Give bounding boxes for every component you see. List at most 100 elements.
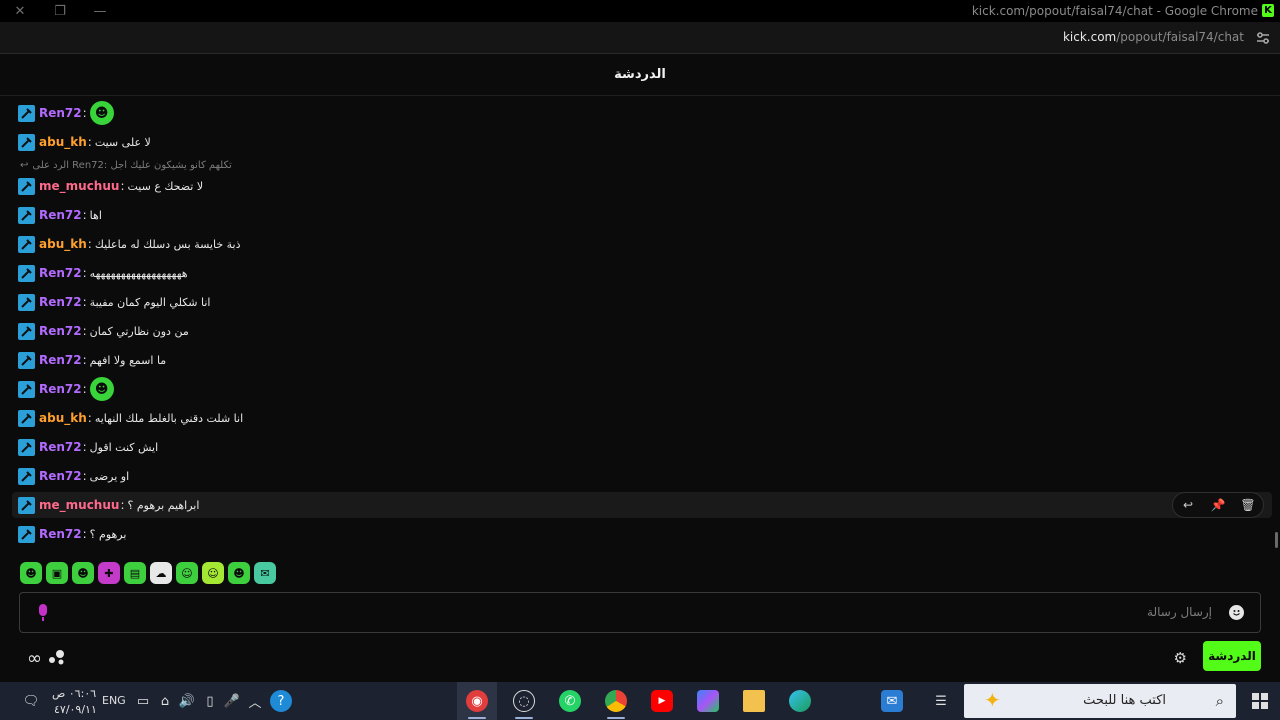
chat-message-input[interactable]: إرسال رسالة (19, 592, 1261, 633)
mic-icon[interactable] (36, 603, 50, 623)
clock-date[interactable]: ٤٧/٠٩/١١ (54, 703, 97, 716)
sub-badge-icon (18, 133, 35, 151)
username[interactable]: Ren72 (39, 295, 82, 309)
restore-window-icon[interactable]: ❐ (40, 0, 80, 22)
microphone-icon[interactable]: 🎤 (221, 690, 243, 712)
send-chat-button[interactable]: الدردشة (1203, 641, 1261, 671)
username-separator: : (87, 411, 92, 425)
chat-message[interactable]: Ren72: برهوم ؟ (12, 521, 1272, 547)
sub-badge-icon (18, 525, 35, 543)
taskbar-search-box[interactable]: ✦ اكتب هنا للبحث ⌕ (964, 684, 1236, 718)
volume-icon[interactable]: 🔊 (176, 690, 198, 712)
username-separator: : (82, 353, 87, 367)
chat-message[interactable]: Ren72: اها (12, 202, 1272, 228)
chat-header: الدردشة (0, 54, 1280, 96)
emote-button[interactable]: ✉ (254, 562, 276, 584)
chat-message[interactable]: abu_kh: لا على سيت (12, 129, 1272, 155)
youtube-app-icon[interactable]: ▶ (651, 690, 673, 712)
emote-button[interactable]: ✚ (98, 562, 120, 584)
chat-message[interactable]: Ren72: من دون نظارتي كمان (12, 318, 1272, 344)
chat-message[interactable]: Ren72: ☻ (12, 100, 1272, 126)
sub-badge-icon (18, 322, 35, 340)
reply-icon[interactable]: ↩ (1176, 498, 1200, 512)
emote-button[interactable]: ▤ (124, 562, 146, 584)
chat-message[interactable]: Ren72: ههههههههههههههههههه (12, 260, 1272, 286)
sub-badge-icon (18, 104, 35, 122)
address-bar[interactable]: kick.com/popout/faisal74/chat (0, 22, 1280, 54)
infinity-icon[interactable]: ∞ (27, 648, 42, 669)
username[interactable]: abu_kh (39, 135, 87, 149)
language-indicator[interactable]: ENG (102, 694, 126, 707)
notification-icon[interactable]: 🗨 (20, 690, 42, 712)
username[interactable]: Ren72 (39, 106, 82, 120)
chat-message[interactable]: abu_kh: ذبة خايسة بس دسلك له ماعليك (12, 231, 1272, 257)
username-separator: : (82, 527, 87, 541)
sub-badge-icon (18, 177, 35, 195)
chat-messages[interactable]: ↩ الرد على Ren72: تكلهم كانو يشيكون عليك… (0, 98, 1280, 550)
chat-message[interactable]: Ren72: ما اسمع ولا افهم (12, 347, 1272, 373)
url-text[interactable]: kick.com/popout/faisal74/chat (1063, 30, 1244, 44)
battery-icon[interactable]: ▯ (199, 690, 221, 712)
emote-button[interactable]: ☻ (228, 562, 250, 584)
m365-app-icon[interactable] (697, 690, 719, 712)
whatsapp-app-icon[interactable]: ✆ (559, 690, 581, 712)
message-text: انا شكلي اليوم كمان مفيبة (89, 295, 211, 309)
points-icon[interactable] (48, 649, 66, 665)
copilot-sparkle-icon: ✦ (984, 688, 1001, 712)
gear-icon[interactable]: ⚙ (1174, 649, 1187, 667)
emote-button[interactable]: ☺ (176, 562, 198, 584)
sub-badge-icon (18, 409, 35, 427)
chat-message[interactable]: abu_kh: انا شلت دقني بالغلط ملك النهايه (12, 405, 1272, 431)
scrollbar-thumb[interactable] (1275, 532, 1278, 548)
username[interactable]: abu_kh (39, 411, 87, 425)
clock-time[interactable]: ٠٦:٠٦ ص (52, 687, 96, 700)
edge-app-icon[interactable] (789, 690, 811, 712)
discord-app-icon[interactable]: ◉ (466, 690, 488, 712)
windows-start-icon[interactable] (1252, 693, 1268, 709)
chat-message[interactable]: Ren72: او يرضى (12, 463, 1272, 489)
delete-icon[interactable]: 🗑 (1236, 498, 1260, 512)
username[interactable]: abu_kh (39, 237, 87, 251)
minimize-window-icon[interactable]: — (80, 0, 120, 22)
username[interactable]: Ren72 (39, 324, 82, 338)
task-view-icon[interactable]: ☰ (930, 690, 952, 712)
emote-button[interactable]: ☻ (72, 562, 94, 584)
obs-app-icon[interactable]: ◌ (513, 690, 535, 712)
file-explorer-icon[interactable] (743, 690, 765, 712)
username[interactable]: me_muchuu (39, 179, 119, 193)
windows-taskbar: 🗨 ٠٦:٠٦ ص ٤٧/٠٩/١١ ENG ▭ ⌂ 🔊 ▯ 🎤 ︿ ? ◉ ◌… (0, 682, 1280, 720)
close-window-icon[interactable]: ✕ (0, 0, 40, 22)
help-icon[interactable]: ? (270, 690, 292, 712)
username[interactable]: Ren72 (39, 208, 82, 222)
emote-button[interactable]: ▣ (46, 562, 68, 584)
outlook-app-icon[interactable]: ✉ (881, 690, 903, 712)
site-settings-icon[interactable] (1256, 31, 1270, 45)
username[interactable]: Ren72 (39, 469, 82, 483)
emote-button[interactable]: ☻ (20, 562, 42, 584)
username[interactable]: Ren72 (39, 353, 82, 367)
chat-message[interactable]: Ren72: انا شكلي اليوم كمان مفيبة (12, 289, 1272, 315)
chat-message[interactable]: me_muchuu: لا تضحك ع سيت (12, 173, 1272, 199)
chat-message[interactable]: me_muchuu: ابراهيم برهوم ؟ ↩ 📌 🗑 (12, 492, 1272, 518)
username-separator: : (82, 266, 87, 280)
username[interactable]: Ren72 (39, 382, 82, 396)
username[interactable]: Ren72 (39, 266, 82, 280)
chat-message[interactable]: Ren72: ايش كنت اقول (12, 434, 1272, 460)
display-icon[interactable]: ▭ (132, 690, 154, 712)
username[interactable]: Ren72 (39, 440, 82, 454)
sub-badge-icon (18, 235, 35, 253)
username[interactable]: Ren72 (39, 527, 82, 541)
sub-badge-icon (18, 264, 35, 282)
pin-icon[interactable]: 📌 (1206, 498, 1230, 512)
emote-button[interactable]: ☺ (202, 562, 224, 584)
kick-logo-icon: K (1262, 4, 1274, 17)
username[interactable]: me_muchuu (39, 498, 119, 512)
emote-button[interactable]: ☁ (150, 562, 172, 584)
tray-chevron-icon[interactable]: ︿ (244, 690, 266, 712)
emoji-picker-icon[interactable] (1229, 605, 1244, 620)
app-running-indicator (515, 717, 533, 719)
chrome-app-icon[interactable] (605, 690, 627, 712)
chat-message[interactable]: Ren72: ☻ (12, 376, 1272, 402)
username-separator: : (82, 440, 87, 454)
network-icon[interactable]: ⌂ (154, 690, 176, 712)
